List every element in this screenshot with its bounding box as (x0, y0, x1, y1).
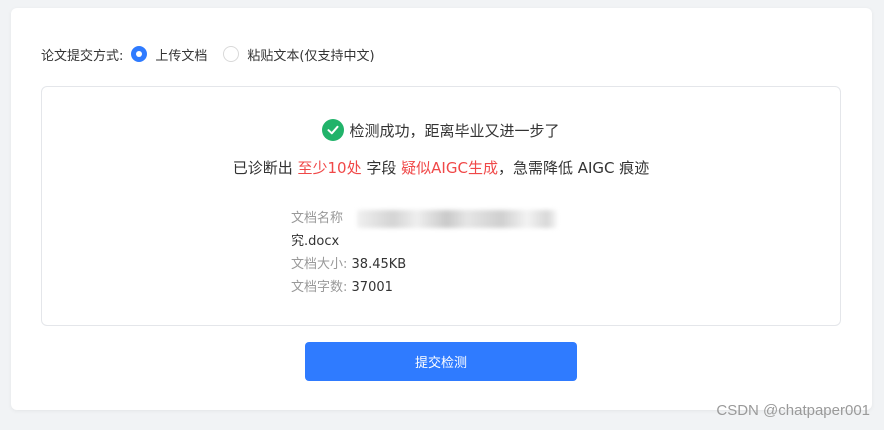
doc-words-value: 37001 (351, 280, 393, 295)
diag-flag: 疑似AIGC生成 (401, 159, 498, 177)
doc-size-row: 文档大小: 38.45KB (291, 253, 557, 276)
diag-prefix: 已诊断出 (232, 159, 293, 177)
success-message: 检测成功，距离毕业又进一步了 (42, 119, 840, 141)
diagnosis-message: 已诊断出 至少10处 字段 疑似AIGC生成，急需降低 AIGC 痕迹 (42, 157, 840, 178)
doc-words-label: 文档字数: (291, 280, 348, 295)
watermark: CSDN @chatpaper001 (716, 402, 870, 419)
radio-upload-indicator[interactable] (131, 46, 148, 62)
doc-name-label: 文档名称 (291, 211, 344, 226)
diag-suffix: ，急需降低 AIGC 痕迹 (497, 159, 650, 177)
doc-size-label: 文档大小: (291, 257, 348, 272)
diag-count: 至少10处 (297, 159, 362, 177)
doc-name-row: 文档名称 (291, 207, 558, 230)
submit-method-row: 论文提交方式: 上传文档 粘贴文本(仅支持中文) (41, 44, 391, 64)
doc-size-value: 38.45KB (351, 257, 407, 272)
success-text: 检测成功，距离毕业又进一步了 (349, 121, 560, 140)
radio-upload-label: 上传文档 (155, 48, 208, 64)
radio-paste-label: 粘贴文本(仅支持中文) (247, 48, 375, 64)
check-circle-icon (322, 119, 345, 141)
submit-method-label: 论文提交方式: (41, 48, 124, 64)
radio-upload-document[interactable]: 上传文档 (131, 45, 207, 64)
radio-paste-indicator[interactable] (223, 46, 240, 62)
main-card: 论文提交方式: 上传文档 粘贴文本(仅支持中文) 检测成功，距离毕业又进一步了 … (11, 8, 872, 410)
doc-name-redacted (357, 209, 558, 228)
detection-result-box: 检测成功，距离毕业又进一步了 已诊断出 至少10处 字段 疑似AIGC生成，急需… (41, 86, 841, 326)
doc-words-row: 文档字数: 37001 (291, 276, 557, 299)
doc-name-tail: 究.docx (291, 234, 340, 249)
submit-detection-button[interactable]: 提交检测 (305, 342, 577, 381)
diag-mid: 字段 (366, 159, 397, 177)
document-info: 文档名称 究.docx 文档大小: 38.45KB 文档字数: 37001 (291, 207, 558, 299)
doc-name-tail-row: 究.docx (291, 230, 557, 253)
radio-paste-text[interactable]: 粘贴文本(仅支持中文) (223, 45, 375, 64)
